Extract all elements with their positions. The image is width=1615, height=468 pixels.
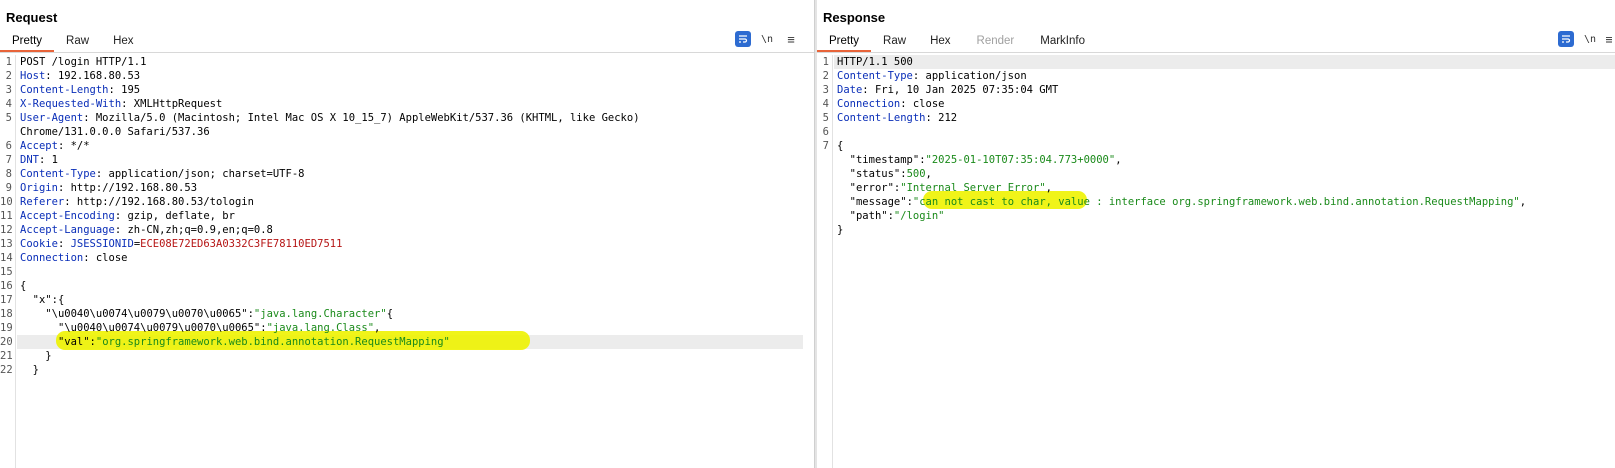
code-line: 3 Date: Fri, 10 Jan 2025 07:35:04 GMT xyxy=(822,84,1059,96)
code-line: Chrome/131.0.0.0 Safari/537.36 xyxy=(20,126,210,138)
show-newlines-button[interactable]: \n xyxy=(761,31,773,47)
response-editor[interactable]: 1 HTTP/1.1 500 2 Content-Type: application… xyxy=(817,55,1615,468)
code-line: 7 DNT: 1 xyxy=(5,154,58,166)
code-line: 11 Accept-Encoding: gzip, deflate, br xyxy=(0,210,235,222)
code-line: 2 Content-Type: application/json xyxy=(822,70,1027,82)
response-pane: Response Pretty Raw Hex Render MarkInfo … xyxy=(817,0,1615,468)
code-line: "timestamp":"2025-01-10T07:35:04.773+000… xyxy=(849,154,1122,166)
response-menu-icon[interactable]: ≡ xyxy=(1606,31,1612,47)
code-line: 6 xyxy=(822,126,829,138)
request-editor[interactable]: 1 POST /login HTTP/1.1 2 Host: 192.168.80.… xyxy=(0,55,814,468)
code-line: 7{ xyxy=(822,140,844,152)
response-tab-divider xyxy=(817,52,1615,53)
request-tab-raw[interactable]: Raw xyxy=(54,33,101,52)
code-line: 19 "\u0040\u0074\u0079\u0070\u0065":"jav… xyxy=(0,322,381,334)
request-title: Request xyxy=(6,10,58,25)
code-line: 8 Content-Type: application/json; charset… xyxy=(5,168,305,180)
response-toolbar: \n ≡ xyxy=(1558,31,1612,47)
code-line: 4 X-Requested-With: XMLHttpRequest xyxy=(5,98,223,110)
request-tab-hex[interactable]: Hex xyxy=(101,33,145,52)
code-line: 1 HTTP/1.1 500 xyxy=(822,56,913,68)
response-title: Response xyxy=(823,10,886,25)
code-line: 13 Cookie: JSESSIONID=ECE08E72ED63A0332C3… xyxy=(0,238,343,250)
request-tab-divider xyxy=(0,52,814,53)
request-tabs: Pretty Raw Hex xyxy=(0,33,146,52)
code-line: "message":"can not cast to char, value :… xyxy=(849,196,1527,208)
code-line: 5 User-Agent: Mozilla/5.0 (Macintosh; Int… xyxy=(5,112,640,124)
request-menu-icon[interactable]: ≡ xyxy=(783,31,799,47)
response-tab-render[interactable]: Render xyxy=(963,33,1029,52)
show-newlines-button[interactable]: \n xyxy=(1584,31,1596,47)
response-tab-raw[interactable]: Raw xyxy=(871,33,918,52)
request-toolbar: \n ≡ xyxy=(735,31,799,47)
code-line: 20 "val":"org.springframework.web.bind.a… xyxy=(0,336,450,348)
response-tabs: Pretty Raw Hex Render MarkInfo xyxy=(817,33,1097,52)
code-line: 22 } xyxy=(0,364,39,376)
code-line: 18 "\u0040\u0074\u0079\u0070\u0065":"jav… xyxy=(0,308,394,320)
code-line: 12 Accept-Language: zh-CN,zh;q=0.9,en;q=0… xyxy=(0,224,273,236)
code-line: 15 xyxy=(0,266,13,278)
code-line: } xyxy=(837,224,844,236)
request-tab-pretty[interactable]: Pretty xyxy=(0,33,55,52)
code-line: 21 } xyxy=(0,350,52,362)
code-line: 9 Origin: http://192.168.80.53 xyxy=(5,182,198,194)
code-line: "path":"/login" xyxy=(849,210,945,222)
code-line: "error":"Internal Server Error", xyxy=(849,182,1052,194)
code-line: 10 Referer: http://192.168.80.53/tologin xyxy=(0,196,254,208)
code-line: 14 Connection: close xyxy=(0,252,128,264)
code-line: 1 POST /login HTTP/1.1 xyxy=(5,56,147,68)
wrap-lines-icon[interactable] xyxy=(1558,31,1574,47)
wrap-lines-icon[interactable] xyxy=(735,31,751,47)
code-line: "status":500, xyxy=(849,168,932,180)
code-line: 6 Accept: */* xyxy=(5,140,90,152)
code-line: 5 Content-Length: 212 xyxy=(822,112,958,124)
code-line: 16{ xyxy=(0,280,27,292)
response-tab-hex[interactable]: Hex xyxy=(918,33,962,52)
code-line: 2 Host: 192.168.80.53 xyxy=(5,70,141,82)
code-line: 3 Content-Length: 195 xyxy=(5,84,141,96)
response-tab-pretty[interactable]: Pretty xyxy=(817,33,872,52)
code-line: 4 Connection: close xyxy=(822,98,945,110)
response-tab-markinfo[interactable]: MarkInfo xyxy=(1028,33,1097,52)
request-pane: Request Pretty Raw Hex \n ≡ 1 POST /login… xyxy=(0,0,814,468)
code-line: 17 "x":{ xyxy=(0,294,65,306)
